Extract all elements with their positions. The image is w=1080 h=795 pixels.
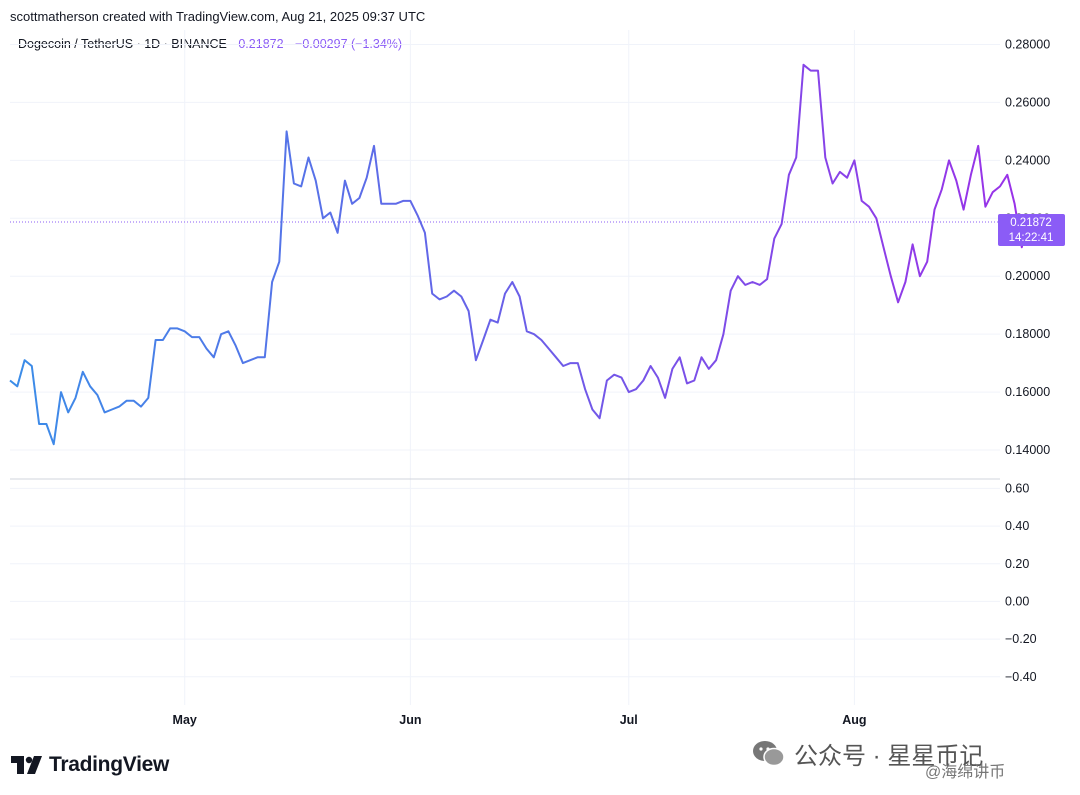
price-tick-label: 0.16000 (1005, 385, 1050, 399)
price-axis[interactable]: 0.140000.160000.180000.200000.220000.240… (1005, 37, 1050, 457)
indicator-axis[interactable]: 0.60 0.40 0.20 0.00 −0.20 −0.40 (1005, 481, 1037, 683)
indicator-tick-label: 0.40 (1005, 519, 1029, 533)
price-line (9, 63, 1038, 446)
tradingview-brand[interactable]: TradingView (11, 753, 169, 777)
price-tick-label: 0.24000 (1005, 153, 1050, 167)
price-tick-label: 0.26000 (1005, 95, 1050, 109)
price-tick-label: 0.14000 (1005, 443, 1050, 457)
indicator-tick-label: −0.20 (1005, 632, 1037, 646)
indicator-tick-label: 0.60 (1005, 481, 1029, 495)
watermark-handle: @海绵讲币 (925, 764, 1006, 781)
grid-lines (10, 30, 1000, 705)
time-tick-label: May (173, 713, 197, 727)
indicator-tick-label: −0.40 (1005, 670, 1037, 684)
wechat-icon (753, 740, 785, 766)
price-tick-label: 0.20000 (1005, 269, 1050, 283)
tradingview-wordmark: TradingView (49, 753, 170, 776)
price-badge-countdown: 14:22:41 (1009, 232, 1054, 244)
price-badge: 0.21872 14:22:41 (998, 213, 1065, 246)
price-badge-price: 0.21872 (1010, 217, 1052, 229)
price-tick-label: 0.18000 (1005, 327, 1050, 341)
tradingview-logo-icon (11, 756, 42, 774)
indicator-tick-label: 0.00 (1005, 594, 1029, 608)
indicator-tick-label: 0.20 (1005, 557, 1029, 571)
price-tick-label: 0.28000 (1005, 37, 1050, 51)
time-axis[interactable]: May Jun Jul Aug (173, 713, 867, 727)
price-chart[interactable]: 0.140000.160000.180000.200000.220000.240… (0, 0, 1080, 795)
time-tick-label: Aug (842, 713, 866, 727)
time-tick-label: Jun (399, 713, 421, 727)
time-tick-label: Jul (620, 713, 638, 727)
